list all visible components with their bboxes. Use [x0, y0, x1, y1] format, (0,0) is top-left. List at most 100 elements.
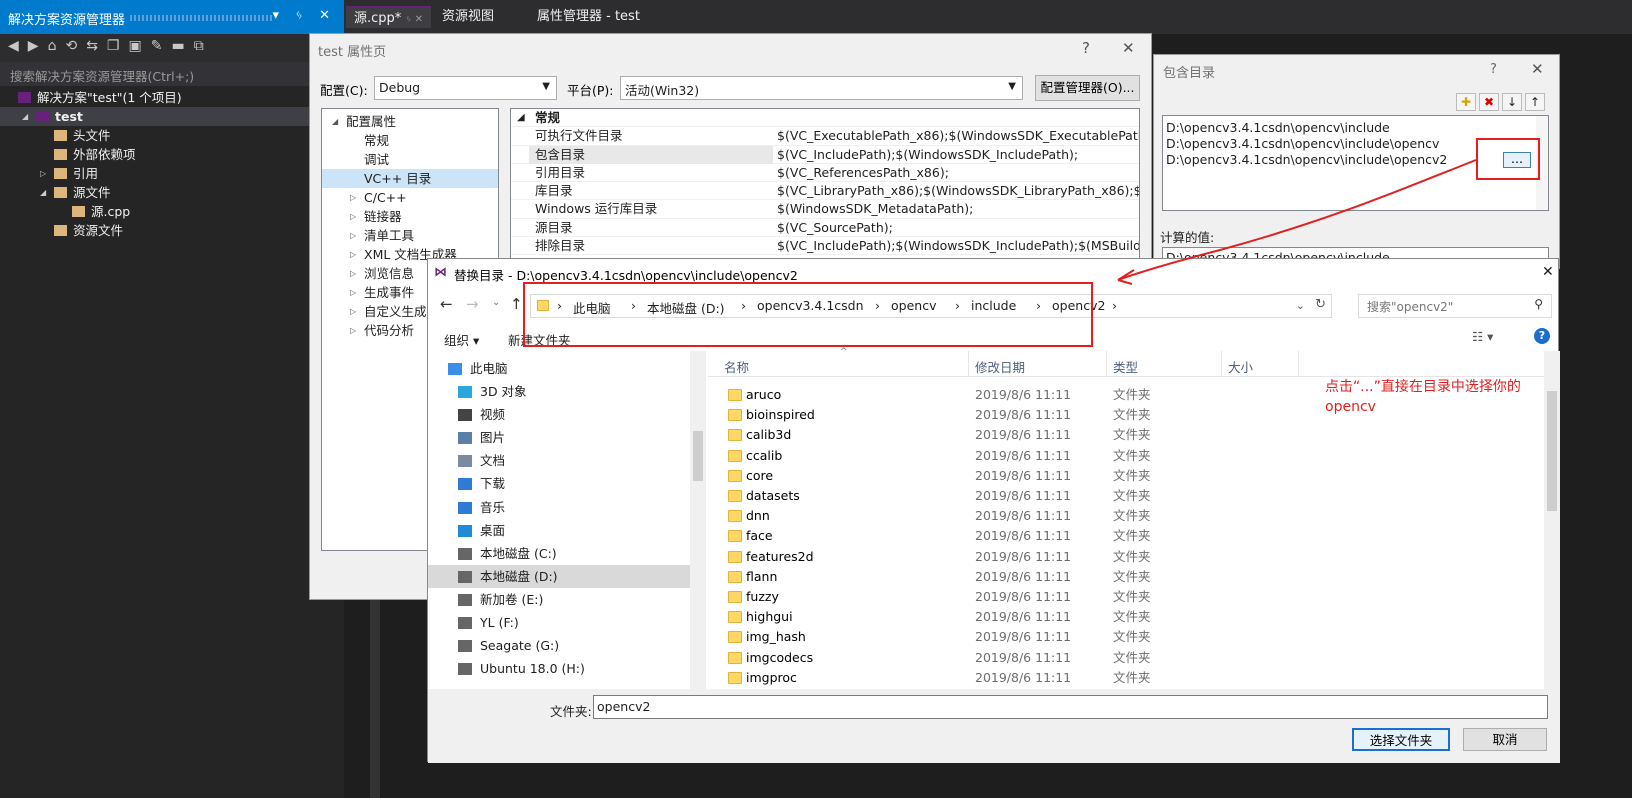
help-button[interactable]: ?: [1490, 62, 1497, 77]
forward-icon[interactable]: →: [466, 295, 479, 313]
nav-scrollbar[interactable]: [690, 351, 706, 689]
nav-item[interactable]: 图片: [428, 426, 706, 449]
pin-close-buttons[interactable]: ▾ ᛃ ✕: [273, 8, 336, 23]
file-row[interactable]: ccalib 2019/8/6 11:11 文件夹: [708, 446, 1544, 466]
solution-tree-item[interactable]: ▷ 引用: [0, 164, 344, 183]
view-options-icon[interactable]: ☷ ▾: [1472, 329, 1493, 344]
back-icon[interactable]: ◀: [8, 38, 28, 54]
nav-item[interactable]: 3D 对象: [428, 380, 706, 403]
nav-item[interactable]: 新加卷 (E:): [428, 588, 706, 611]
column-date[interactable]: 修改日期: [975, 357, 1025, 376]
file-row[interactable]: flann 2019/8/6 11:11 文件夹: [708, 567, 1544, 587]
solution-tree-item[interactable]: ◢ test: [0, 107, 344, 126]
property-row[interactable]: 排除目录 $(VC_IncludePath);$(WindowsSDK_Inclu…: [511, 237, 1139, 256]
expander-icon[interactable]: ▷: [350, 245, 356, 264]
property-tree-item[interactable]: ▷ 链接器: [322, 207, 498, 226]
pages-icon[interactable]: ❐: [107, 38, 129, 54]
nav-item[interactable]: 此电脑: [428, 357, 706, 380]
expander-icon[interactable]: ◢: [332, 112, 338, 131]
expander-icon[interactable]: ▷: [350, 264, 356, 283]
tab-property-manager[interactable]: 属性管理器 - test: [529, 6, 648, 28]
new-line-icon[interactable]: ✚: [1456, 93, 1476, 111]
file-row[interactable]: features2d 2019/8/6 11:11 文件夹: [708, 547, 1544, 567]
property-row[interactable]: Windows 运行库目录 $(WindowsSDK_MetadataPath);: [511, 200, 1139, 219]
platform-select[interactable]: 活动(Win32) ▼: [620, 76, 1023, 100]
file-row[interactable]: imgproc 2019/8/6 11:11 文件夹: [708, 668, 1544, 688]
grid-section-header[interactable]: ◢ 常规: [511, 109, 1139, 128]
expander-icon[interactable]: ▷: [350, 207, 356, 226]
solution-tree-item[interactable]: 资源文件: [0, 221, 344, 240]
property-tree-item[interactable]: ▷ 清单工具: [322, 226, 498, 245]
nav-item[interactable]: 音乐: [428, 496, 706, 519]
solution-tree-item[interactable]: 源.cpp: [0, 202, 344, 221]
file-row[interactable]: highgui 2019/8/6 11:11 文件夹: [708, 607, 1544, 627]
home-icon[interactable]: ⌂: [48, 38, 66, 54]
expander-icon[interactable]: ◢: [40, 183, 46, 202]
solution-tree-item[interactable]: 头文件: [0, 126, 344, 145]
nav-item[interactable]: 视频: [428, 403, 706, 426]
nav-item[interactable]: Ubuntu 18.0 (H:): [428, 657, 706, 680]
property-tree-item[interactable]: ◢ 配置属性: [322, 112, 498, 131]
property-row[interactable]: 引用目录 $(VC_ReferencesPath_x86);: [511, 164, 1139, 183]
property-tree-item[interactable]: ▷ C/C++: [322, 188, 498, 207]
back-icon[interactable]: ←: [440, 295, 453, 313]
folder-name-input[interactable]: opencv2: [593, 695, 1548, 719]
property-row[interactable]: 源目录 $(VC_SourcePath);: [511, 219, 1139, 238]
move-down-icon[interactable]: ↓: [1502, 93, 1522, 111]
tab-source-cpp[interactable]: 源.cpp* ᛃ ✕: [346, 6, 431, 28]
recent-dropdown-icon[interactable]: ⌄: [492, 297, 500, 308]
refresh-icon[interactable]: ↻: [1315, 297, 1326, 312]
include-dir-item[interactable]: D:\opencv3.4.1csdn\opencv\include: [1163, 120, 1548, 136]
forward-icon[interactable]: ▶: [28, 38, 48, 54]
nav-item[interactable]: 下载: [428, 472, 706, 495]
scroll-thumb[interactable]: [693, 431, 703, 481]
organize-button[interactable]: 组织 ▾: [444, 330, 479, 349]
close-button[interactable]: ✕: [1122, 39, 1135, 57]
file-row[interactable]: face 2019/8/6 11:11 文件夹: [708, 526, 1544, 546]
property-tree-item[interactable]: 常规: [322, 131, 498, 150]
file-row[interactable]: calib3d 2019/8/6 11:11 文件夹: [708, 425, 1544, 445]
property-tree-item[interactable]: 调试: [322, 150, 498, 169]
file-row[interactable]: imgcodecs 2019/8/6 11:11 文件夹: [708, 648, 1544, 668]
copy-icon[interactable]: ▣: [128, 38, 150, 54]
config-manager-button[interactable]: 配置管理器(O)...: [1035, 75, 1140, 101]
file-row[interactable]: img_hash 2019/8/6 11:11 文件夹: [708, 627, 1544, 647]
nav-item[interactable]: 本地磁盘 (C:): [428, 542, 706, 565]
solution-tree-item[interactable]: 外部依赖项: [0, 145, 344, 164]
move-up-icon[interactable]: ↑: [1525, 93, 1545, 111]
nav-item[interactable]: Seagate (G:): [428, 634, 706, 657]
file-row[interactable]: core 2019/8/6 11:11 文件夹: [708, 466, 1544, 486]
collapse-icon[interactable]: ▬: [171, 38, 193, 54]
delete-icon[interactable]: ✖: [1479, 93, 1499, 111]
close-button[interactable]: ✕: [1531, 60, 1544, 78]
tab-pin-close-icons[interactable]: ᛃ ✕: [405, 14, 423, 25]
diagram-icon[interactable]: ⧉: [194, 38, 213, 54]
nav-item[interactable]: 文档: [428, 449, 706, 472]
solution-tree-item[interactable]: ◢ 源文件: [0, 183, 344, 202]
file-row[interactable]: dnn 2019/8/6 11:11 文件夹: [708, 506, 1544, 526]
nav-item[interactable]: 本地磁盘 (D:): [428, 564, 706, 588]
expander-icon[interactable]: ▷: [350, 283, 356, 302]
expander-icon[interactable]: ▷: [350, 321, 356, 340]
nav-item[interactable]: YL (F:): [428, 611, 706, 634]
help-button[interactable]: ?: [1082, 39, 1090, 57]
search-input[interactable]: 搜索"opencv2" ⚲: [1358, 294, 1552, 318]
property-row[interactable]: 包含目录 $(VC_IncludePath);$(WindowsSDK_Inclu…: [511, 145, 1139, 164]
expander-icon[interactable]: ▷: [350, 226, 356, 245]
wrench-icon[interactable]: ✎: [151, 38, 172, 54]
address-dropdown-icon[interactable]: ⌄: [1296, 299, 1305, 312]
up-icon[interactable]: ↑: [510, 295, 523, 313]
property-tree-item[interactable]: VC++ 目录: [322, 169, 498, 188]
property-row[interactable]: 可执行文件目录 $(VC_ExecutablePath_x86);$(Window…: [511, 127, 1139, 146]
file-row[interactable]: datasets 2019/8/6 11:11 文件夹: [708, 486, 1544, 506]
config-select[interactable]: Debug ▼: [374, 76, 557, 100]
expander-icon[interactable]: ▷: [350, 188, 356, 207]
file-row[interactable]: fuzzy 2019/8/6 11:11 文件夹: [708, 587, 1544, 607]
nav-item[interactable]: 桌面: [428, 519, 706, 542]
close-button[interactable]: ✕: [1542, 264, 1554, 280]
solution-search-input[interactable]: 搜索解决方案资源管理器(Ctrl+;): [0, 62, 344, 86]
expander-icon[interactable]: ◢: [22, 107, 28, 126]
history-icon[interactable]: ⟲: [65, 38, 86, 54]
column-size[interactable]: 大小: [1228, 357, 1253, 376]
tab-resource-view[interactable]: 资源视图: [434, 6, 502, 28]
